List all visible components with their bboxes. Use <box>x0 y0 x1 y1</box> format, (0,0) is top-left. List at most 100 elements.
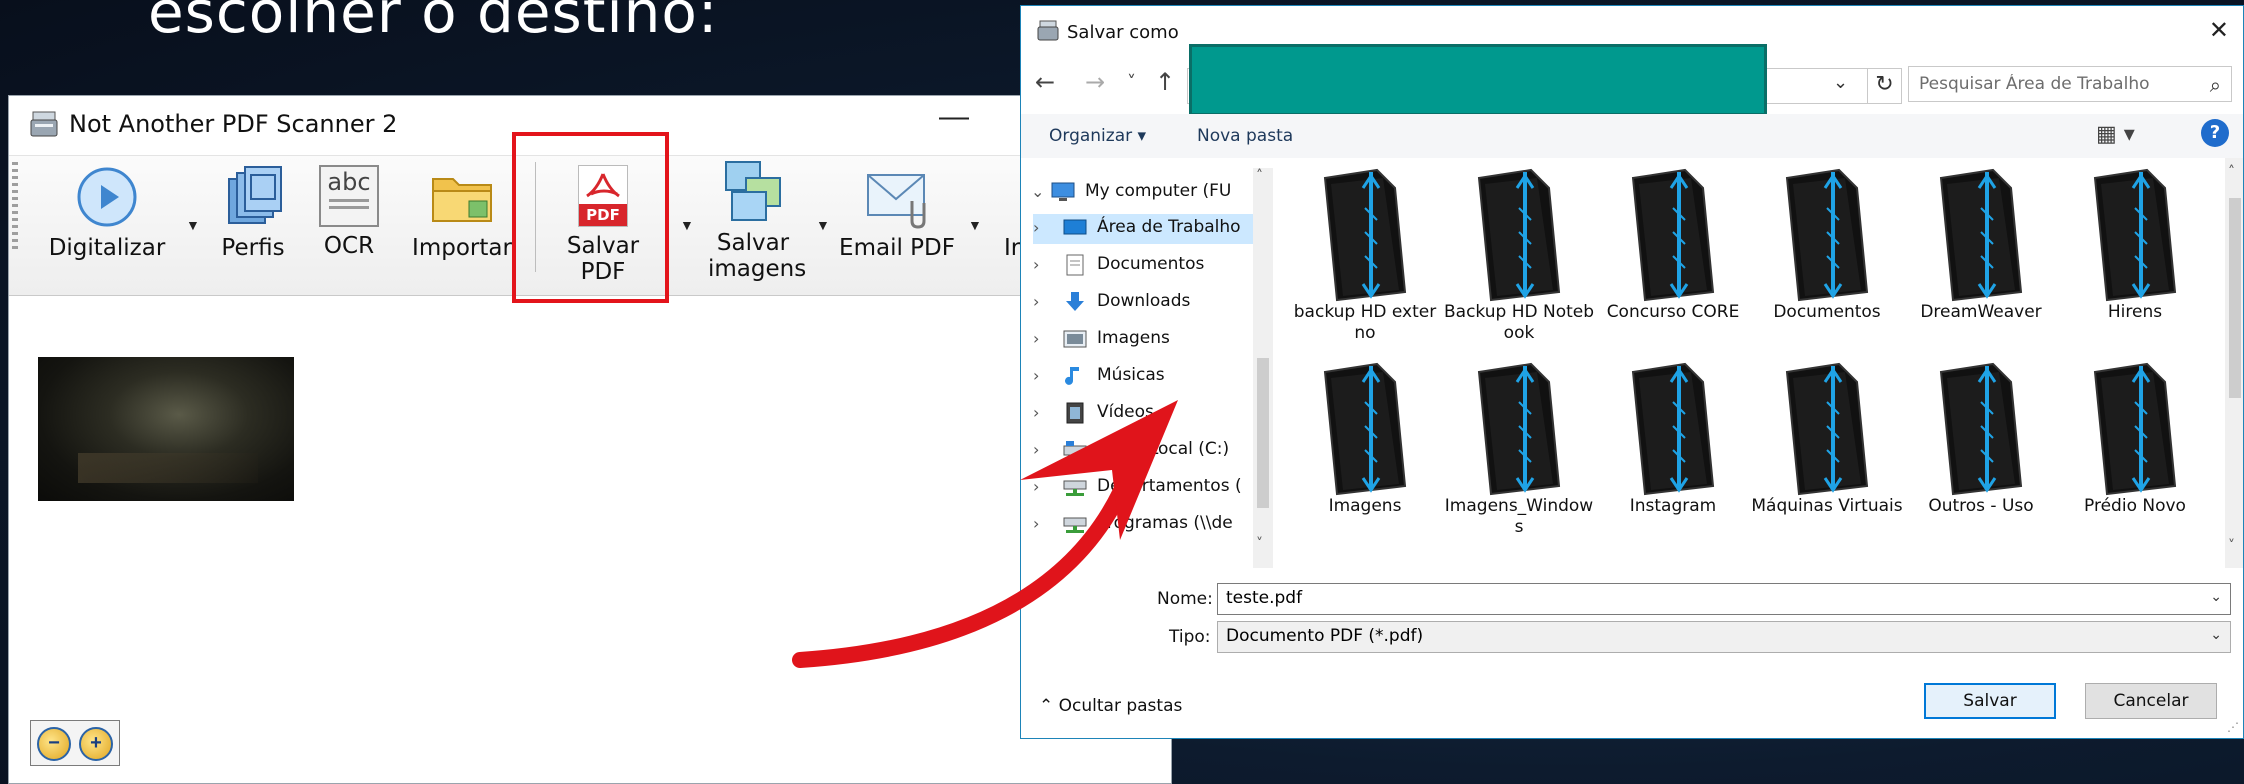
folder-item[interactable]: Documentos <box>1751 168 1903 354</box>
chevron-right-icon[interactable]: › <box>1033 329 1039 348</box>
tree-label: Área de Trabalho <box>1097 217 1241 237</box>
drive-icon <box>1063 441 1087 456</box>
email-pdf-label: Email PDF <box>839 235 955 261</box>
folder-item[interactable]: Concurso CORE <box>1597 168 1749 354</box>
save-images-button[interactable]: Salvar imagens <box>698 158 808 282</box>
profiles-icon <box>228 166 282 224</box>
ocr-icon-text: abc <box>327 168 371 196</box>
search-input[interactable] <box>1919 74 2189 94</box>
email-pdf-button[interactable]: Email PDF <box>836 165 958 261</box>
resize-grip-icon[interactable]: ⋰ <box>2227 720 2239 734</box>
print-button[interactable]: Ir <box>1004 235 1020 261</box>
close-icon[interactable]: ✕ <box>2209 16 2229 44</box>
filetype-select[interactable]: Documento PDF (*.pdf) ⌄ <box>1217 621 2231 653</box>
chevron-right-icon[interactable]: › <box>1033 218 1039 237</box>
up-arrow-icon[interactable]: ↑ <box>1155 68 1175 96</box>
folder-item[interactable]: Instagram <box>1597 362 1749 548</box>
black-folder-icon <box>1477 362 1561 496</box>
help-icon[interactable]: ? <box>2201 119 2229 147</box>
chevron-right-icon[interactable]: › <box>1033 440 1039 459</box>
network-drive-icon <box>1063 517 1087 533</box>
black-folder-icon <box>1939 362 2023 496</box>
zoom-out-icon[interactable]: − <box>37 727 71 761</box>
chevron-down-icon[interactable]: ⌄ <box>2210 627 2222 643</box>
ocr-button[interactable]: abc OCR <box>312 165 386 259</box>
chevron-right-icon[interactable]: › <box>1033 292 1039 311</box>
view-options-icon[interactable]: ▦ ▾ <box>2096 122 2135 147</box>
tree-item-desktop[interactable]: › Área de Trabalho <box>1033 214 1253 244</box>
filename-input[interactable] <box>1226 588 2126 608</box>
folder-item[interactable]: Backup HD Notebook <box>1443 168 1595 354</box>
zoom-controls: − + <box>30 720 120 766</box>
scanned-page-thumbnail[interactable] <box>38 357 294 501</box>
organize-menu[interactable]: Organizar ▾ <box>1049 126 1146 146</box>
folder-item[interactable]: Outros - Uso <box>1905 362 2057 548</box>
folder-item[interactable]: DreamWeaver <box>1905 168 2057 354</box>
scroll-up-icon[interactable]: ˄ <box>2228 164 2235 180</box>
folder-name: backup HD externo <box>1293 302 1437 343</box>
cancel-button[interactable]: Cancelar <box>2085 683 2217 719</box>
chevron-right-icon[interactable]: › <box>1033 255 1039 274</box>
save-button[interactable]: Salvar <box>1924 683 2056 719</box>
import-button[interactable]: Importar <box>410 165 514 261</box>
folder-item[interactable]: Imagens_Windows <box>1443 362 1595 548</box>
print-label: Ir <box>1004 235 1020 261</box>
chevron-right-icon[interactable]: › <box>1033 514 1039 533</box>
folder-item[interactable]: Máquinas Virtuais <box>1751 362 1903 548</box>
toolbar-grip[interactable] <box>12 162 18 252</box>
search-box[interactable]: ⌕ <box>1908 66 2232 102</box>
tree-label: Downloads <box>1097 291 1191 311</box>
ocr-label: OCR <box>323 233 375 259</box>
address-dropdown-icon[interactable]: ⌄ <box>1833 72 1848 93</box>
tree-label: Departamentos ( <box>1097 476 1242 496</box>
folder-name: Hirens <box>2107 302 2163 322</box>
new-folder-button[interactable]: Nova pasta <box>1197 126 1293 146</box>
minimize-button[interactable]: — <box>939 100 969 134</box>
filename-label: Nome: <box>1157 589 1213 609</box>
images-icon <box>725 161 781 221</box>
folder-item[interactable]: Hirens <box>2059 168 2211 354</box>
tree-scroll-thumb[interactable] <box>1257 358 1269 508</box>
hide-folders-button[interactable]: ⌃ Ocultar pastas <box>1039 696 1182 716</box>
back-arrow-icon[interactable]: ← <box>1035 68 1055 96</box>
tree-label: Disco Local (C:) <box>1097 439 1230 459</box>
chevron-right-icon[interactable]: › <box>1033 366 1039 385</box>
save-images-dropdown-icon[interactable]: ▼ <box>816 217 830 233</box>
filetype-value: Documento PDF (*.pdf) <box>1226 626 1424 646</box>
scroll-up-icon[interactable]: ˄ <box>1256 168 1263 184</box>
save-pdf-dropdown-icon[interactable]: ▼ <box>680 217 694 233</box>
scroll-down-icon[interactable]: ˅ <box>1256 536 1263 552</box>
chevron-down-icon[interactable]: ⌄ <box>1031 182 1044 201</box>
chevron-right-icon[interactable]: › <box>1033 403 1039 422</box>
forward-arrow-icon[interactable]: → <box>1085 68 1105 96</box>
chevron-down-icon[interactable]: ⌄ <box>2210 589 2222 605</box>
chevron-right-icon[interactable]: › <box>1033 477 1039 496</box>
file-grid-scrollbar[interactable]: ˄ ˅ <box>2225 158 2243 568</box>
ocr-icon: abc <box>319 165 379 227</box>
folder-item[interactable]: Imagens <box>1289 362 1441 548</box>
scan-button[interactable]: Digitalizar <box>48 165 166 261</box>
black-folder-icon <box>1939 168 2023 302</box>
black-folder-icon <box>1785 362 1869 496</box>
zoom-in-icon[interactable]: + <box>79 727 113 761</box>
scroll-down-icon[interactable]: ˅ <box>2228 538 2235 554</box>
folder-name: Outros - Uso <box>1928 496 2034 516</box>
profiles-button[interactable]: Perfis <box>212 165 294 261</box>
search-icon[interactable]: ⌕ <box>2210 73 2221 97</box>
scan-dropdown-icon[interactable]: ▼ <box>186 217 200 233</box>
file-grid-scroll-thumb[interactable] <box>2229 198 2241 398</box>
tree-scrollbar[interactable]: ˄ ˅ <box>1253 168 1273 568</box>
filename-field[interactable]: ⌄ <box>1217 583 2231 615</box>
dialog-scanner-icon <box>1037 20 1059 41</box>
folder-item[interactable]: Prédio Novo <box>2059 362 2211 548</box>
folder-name: Imagens <box>1328 496 1402 516</box>
black-folder-icon <box>1323 168 1407 302</box>
save-images-label: Salvar imagens <box>708 230 807 282</box>
pictures-icon <box>1063 330 1087 348</box>
folder-item[interactable]: backup HD externo <box>1289 168 1441 354</box>
tree-label: Programas (\\de <box>1097 513 1233 533</box>
black-folder-icon <box>1323 362 1407 496</box>
email-dropdown-icon[interactable]: ▼ <box>968 217 982 233</box>
recent-locations-icon[interactable]: ˅ <box>1127 72 1136 93</box>
refresh-icon[interactable]: ↻ <box>1867 68 1901 104</box>
